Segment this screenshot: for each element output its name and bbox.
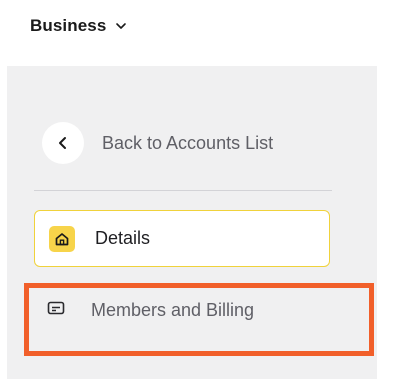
- divider: [34, 190, 332, 191]
- back-to-accounts-link[interactable]: Back to Accounts List: [42, 122, 273, 164]
- sidebar: Back to Accounts List Details Members an…: [7, 66, 377, 379]
- chevron-down-icon: [114, 19, 128, 33]
- sidebar-item-members-billing[interactable]: Members and Billing: [47, 300, 254, 321]
- sidebar-item-label: Members and Billing: [91, 300, 255, 320]
- workspace-switcher[interactable]: Business: [30, 16, 128, 36]
- sidebar-item-details[interactable]: Details: [34, 210, 330, 267]
- back-label: Back to Accounts List: [102, 132, 274, 153]
- chevron-left-icon: [59, 137, 66, 149]
- home-icon: [49, 225, 75, 252]
- sidebar-item-label: Details: [95, 228, 151, 248]
- back-button[interactable]: [42, 122, 84, 164]
- card-icon: [47, 301, 65, 320]
- content-edge: [377, 66, 395, 379]
- top-bar: Business: [0, 0, 395, 66]
- workspace-name: Business: [30, 16, 107, 35]
